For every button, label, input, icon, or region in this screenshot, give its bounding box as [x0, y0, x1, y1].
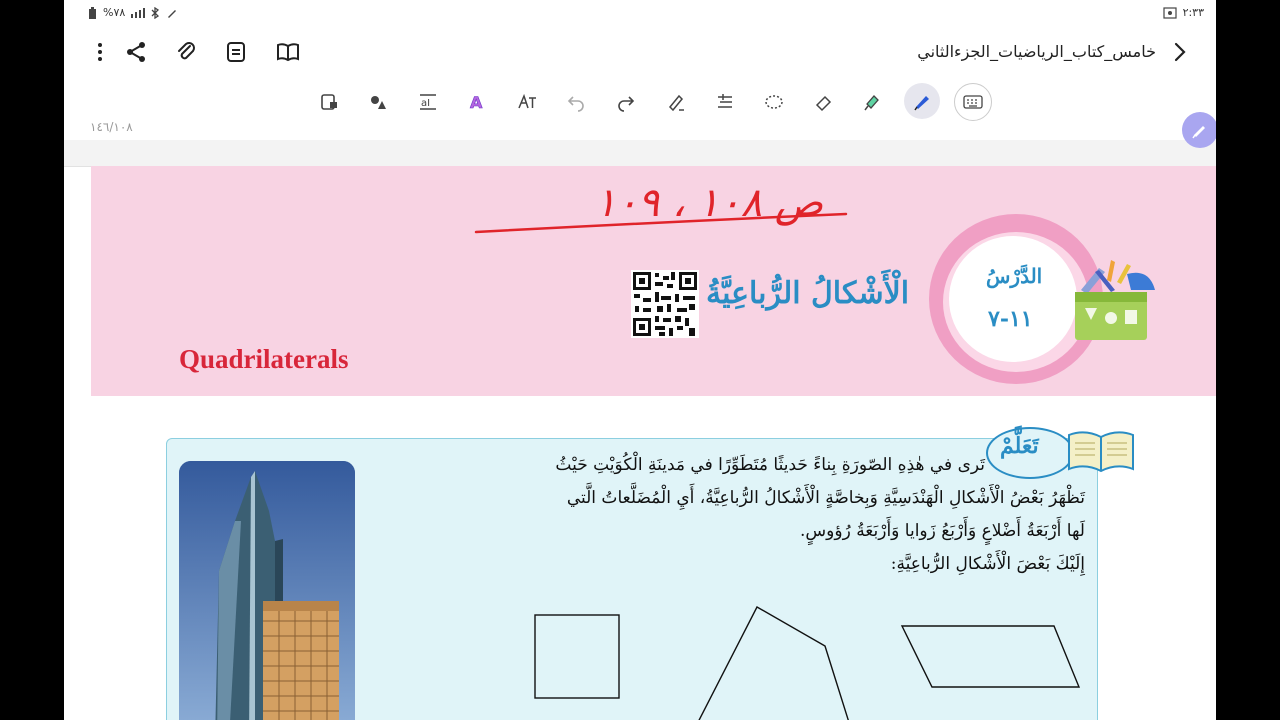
- stylus-icon: [168, 9, 177, 18]
- undo-icon[interactable]: [564, 90, 588, 114]
- lesson-title: الْأَشْكالُ الرُّباعِيَّةُ: [706, 276, 910, 311]
- more-options-icon[interactable]: [88, 40, 112, 64]
- text-box-icon[interactable]: aI: [416, 90, 440, 114]
- paragraph-line-2: تَظْهَرُ بَعْضُ الْأَشْكالِ الْهَنْدَسِي…: [566, 488, 1085, 508]
- tablet-screen: %٧٨ ٢:٣٣ خامس_كتاب_الرياضيات_الجزءالثاني…: [64, 0, 1216, 720]
- signal-icon: [131, 7, 146, 18]
- document-title: خامس_كتاب_الرياضيات_الجزءالثاني: [917, 42, 1156, 61]
- battery-level: %٧٨: [103, 6, 126, 19]
- stationery-box-icon: [1075, 260, 1155, 340]
- clock: ٢:٣٣: [1182, 6, 1204, 19]
- pen-icon[interactable]: [904, 83, 940, 119]
- square-shape: [534, 614, 620, 699]
- status-bar: %٧٨ ٢:٣٣: [64, 0, 1216, 26]
- kite-shape: [698, 606, 849, 720]
- svg-text:A: A: [470, 93, 483, 112]
- pencil-icon: [1192, 126, 1205, 139]
- handwriting-text-icon[interactable]: [515, 90, 539, 114]
- paragraph-line-3: لَها أَرْبَعَةُ أَضْلاعٍ وَأَرْبَعُ زَوا…: [800, 521, 1085, 541]
- document-header: خامس_كتاب_الرياضيات_الجزءالثاني: [64, 30, 1216, 76]
- eraser-icon[interactable]: [811, 90, 835, 114]
- status-right: ٢:٣٣: [1162, 6, 1204, 19]
- redo-icon[interactable]: [614, 90, 638, 114]
- lasso-icon[interactable]: [762, 90, 786, 114]
- status-left: %٧٨: [88, 6, 178, 19]
- lesson-number: ١١-٧: [988, 306, 1033, 332]
- tower-image: [179, 461, 355, 720]
- english-title: Quadrilaterals: [179, 344, 349, 374]
- back-chevron-icon[interactable]: [1170, 40, 1192, 64]
- text-style-icon[interactable]: A: [465, 90, 489, 114]
- page-gap: [64, 140, 1216, 167]
- screen-record-icon: [1162, 6, 1177, 19]
- notes-icon[interactable]: [224, 40, 248, 64]
- lesson-label: الدَّرْسُ: [986, 264, 1043, 288]
- attachment-icon[interactable]: [174, 40, 198, 64]
- page-number: ١٤٦/١٠٨: [90, 120, 133, 134]
- floating-edit-button[interactable]: [1182, 112, 1216, 148]
- pen-toolbar: aI A: [64, 80, 1216, 124]
- kuwait-building-photo: [179, 461, 355, 720]
- battery-icon: [89, 6, 96, 19]
- spacing-icon[interactable]: [713, 90, 737, 114]
- paragraph-line-4: إِلَيْكَ بَعْضَ الْأَشْكالِ الرُّباعِيَّ…: [890, 554, 1085, 574]
- learn-label: تَعَلَّمْ: [1000, 433, 1039, 459]
- lesson-paragraph: تَرى في هٰذِهِ الصّورَةِ بِناءً حَديثًا …: [445, 449, 1085, 581]
- reading-mode-icon[interactable]: [276, 40, 300, 64]
- lock-icon[interactable]: [317, 90, 341, 114]
- shapes-icon[interactable]: [366, 90, 390, 114]
- share-icon[interactable]: [124, 40, 148, 64]
- lesson-badge: [949, 236, 1077, 362]
- bluetooth-icon: [151, 6, 160, 19]
- lesson-banner: الدَّرْسُ ١١-٧ الْأَشْكالُ الرُّباعِيَّة…: [91, 166, 1216, 396]
- pen-settings-icon[interactable]: [664, 90, 688, 114]
- textbook-page: الدَّرْسُ ١١-٧ الْأَشْكالُ الرُّباعِيَّة…: [91, 166, 1216, 720]
- learn-section: تَرى في هٰذِهِ الصّورَةِ بِناءً حَديثًا …: [166, 427, 1134, 720]
- svg-text:aI: aI: [421, 98, 430, 109]
- open-book-icon: [1068, 431, 1134, 473]
- parallelogram-shape: [900, 625, 1081, 688]
- qr-code[interactable]: [631, 270, 699, 338]
- highlighter-icon[interactable]: [860, 90, 884, 114]
- keyboard-icon[interactable]: [954, 83, 992, 121]
